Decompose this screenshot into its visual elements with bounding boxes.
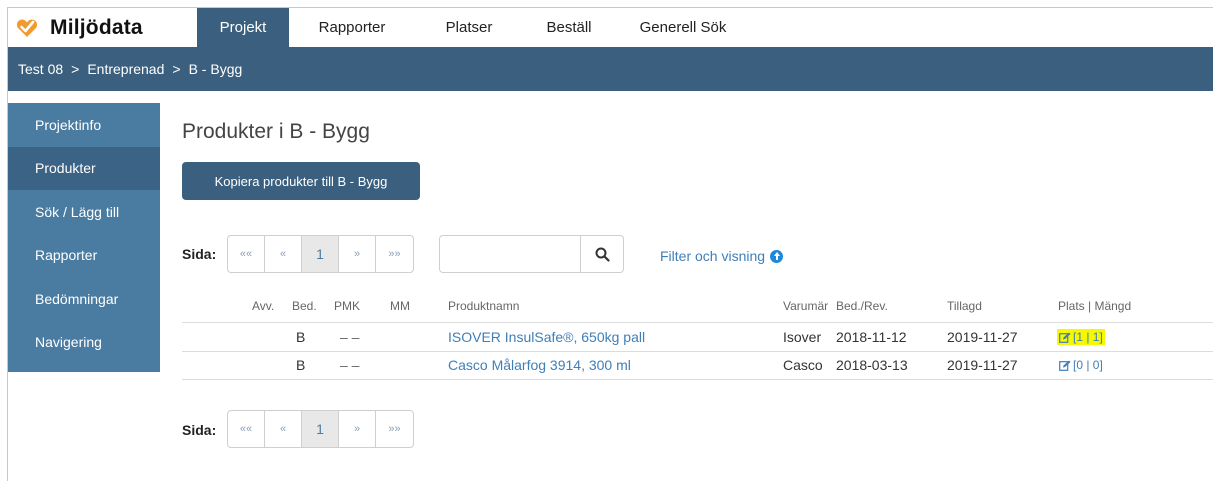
breadcrumb-item-current: B - Bygg — [188, 61, 243, 77]
pager-next-button[interactable]: » — [339, 236, 376, 272]
pagination-bottom: «« « 1 » »» — [227, 410, 414, 448]
sidebar-item-sok-lagg-till[interactable]: Sök / Lägg till — [8, 190, 160, 234]
row-bedrev-value: 2018-11-12 — [836, 329, 907, 345]
breadcrumb-item-project[interactable]: Test 08 — [18, 61, 63, 77]
sidebar-item-produkter[interactable]: Produkter — [8, 146, 160, 190]
pagination-top: «« « 1 » »» — [227, 235, 414, 273]
col-header-pmk[interactable]: PMK — [334, 299, 360, 313]
pager-last-button[interactable]: »» — [376, 236, 413, 272]
table-divider — [182, 379, 1213, 380]
brand-name: Miljödata — [50, 15, 143, 39]
breadcrumb-separator: > — [172, 61, 181, 77]
edit-icon — [1059, 332, 1071, 343]
col-header-mm[interactable]: MM — [390, 299, 410, 313]
breadcrumb: Test 08 > Entreprenad > B - Bygg — [8, 47, 1213, 91]
pager-page-current[interactable]: 1 — [302, 236, 339, 272]
sidebar: Projektinfo Produkter Sök / Lägg till Ra… — [8, 103, 160, 372]
pager-next-button[interactable]: » — [339, 411, 376, 447]
row-brand-value: Casco — [783, 357, 823, 373]
copy-products-button[interactable]: Kopiera produkter till B - Bygg — [182, 162, 420, 200]
row-added-value: 2019-11-27 — [947, 357, 1018, 373]
breadcrumb-separator: > — [71, 61, 80, 77]
row-brand-value: Isover — [783, 329, 822, 345]
row-plats-value: [0 | 0] — [1073, 358, 1103, 372]
col-header-tillagd[interactable]: Tillagd — [947, 299, 982, 313]
sidebar-item-rapporter[interactable]: Rapporter — [8, 234, 160, 278]
nav-projekt[interactable]: Projekt — [197, 8, 289, 47]
edit-icon — [1059, 360, 1071, 371]
sidebar-item-navigering[interactable]: Navigering — [8, 321, 160, 365]
search-input[interactable] — [439, 235, 581, 273]
search-button[interactable] — [581, 235, 624, 273]
col-header-produktnamn[interactable]: Produktnamn — [448, 299, 519, 313]
miljodata-logo-icon — [16, 17, 38, 39]
nav-bestall[interactable]: Beställ — [529, 8, 609, 47]
pager-page-current[interactable]: 1 — [302, 411, 339, 447]
pager-first-button[interactable]: «« — [228, 236, 265, 272]
filter-toggle-link[interactable]: Filter och visning — [660, 248, 784, 264]
top-navbar: Miljödata Projekt Rapporter Platser Best… — [8, 8, 1213, 47]
filter-link-label: Filter och visning — [660, 248, 766, 264]
search-group — [439, 235, 624, 273]
pager-prev-button[interactable]: « — [265, 236, 302, 272]
pager-last-button[interactable]: »» — [376, 411, 413, 447]
row-product-name-link[interactable]: Casco Målarfog 3914, 300 ml — [448, 357, 631, 373]
col-header-bed-rev[interactable]: Bed./Rev. — [836, 299, 888, 313]
row-product-name-link[interactable]: ISOVER InsulSafe®, 650kg pall — [448, 329, 645, 345]
table-divider — [182, 351, 1213, 352]
app-window: Miljödata Projekt Rapporter Platser Best… — [7, 7, 1213, 481]
arrow-up-circle-icon — [770, 249, 784, 263]
row-bedrev-value: 2018-03-13 — [836, 357, 908, 373]
col-header-varumarke[interactable]: Varumär — [783, 299, 828, 313]
search-icon — [595, 247, 610, 262]
row-plats-edit-link[interactable]: [1 | 1] — [1057, 329, 1105, 345]
pager-first-button[interactable]: «« — [228, 411, 265, 447]
pager-label: Sida: — [182, 422, 217, 438]
sidebar-item-projektinfo[interactable]: Projektinfo — [8, 103, 160, 147]
row-plats-edit-link[interactable]: [0 | 0] — [1057, 357, 1105, 373]
page-title: Produkter i B - Bygg — [182, 120, 370, 143]
row-bed-value: B — [296, 329, 306, 345]
table-divider — [182, 322, 1213, 323]
col-header-bed[interactable]: Bed. — [292, 299, 317, 313]
breadcrumb-item-entreprenad[interactable]: Entreprenad — [87, 61, 164, 77]
pager-label: Sida: — [182, 246, 217, 262]
row-plats-value: [1 | 1] — [1073, 330, 1103, 344]
nav-rapporter[interactable]: Rapporter — [304, 8, 400, 47]
row-pmk-value: – – — [340, 357, 360, 373]
nav-platser[interactable]: Platser — [429, 8, 509, 47]
col-header-avv[interactable]: Avv. — [252, 299, 274, 313]
pager-prev-button[interactable]: « — [265, 411, 302, 447]
brand[interactable]: Miljödata — [16, 8, 143, 47]
row-added-value: 2019-11-27 — [947, 329, 1018, 345]
col-header-plats-mangd[interactable]: Plats | Mängd — [1058, 299, 1131, 313]
row-bed-value: B — [296, 357, 306, 373]
row-pmk-value: – – — [340, 329, 360, 345]
sidebar-item-bedomningar[interactable]: Bedömningar — [8, 277, 160, 321]
nav-generell-sok[interactable]: Generell Sök — [628, 8, 738, 47]
